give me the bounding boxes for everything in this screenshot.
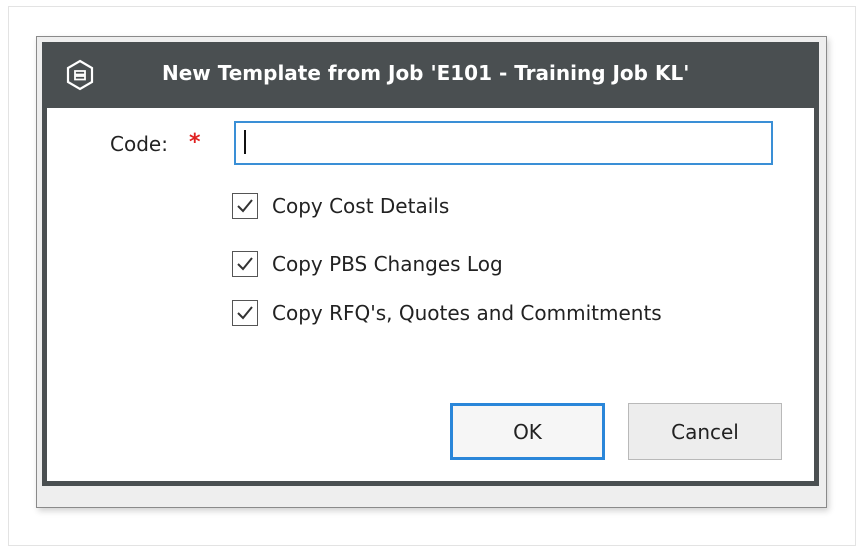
code-input[interactable]	[234, 121, 773, 165]
required-indicator: *	[189, 130, 201, 155]
ok-button[interactable]: OK	[450, 403, 605, 460]
code-label: Code:	[110, 132, 168, 156]
dialog-titlebar[interactable]: New Template from Job 'E101 - Training J…	[42, 42, 819, 108]
copy-rfqs-quotes-commitments-label: Copy RFQ's, Quotes and Commitments	[272, 301, 662, 325]
copy-rfqs-quotes-commitments-checkbox[interactable]	[232, 300, 258, 326]
checkmark-icon	[237, 257, 253, 271]
dialog-title: New Template from Job 'E101 - Training J…	[162, 61, 690, 85]
copy-cost-details-checkbox[interactable]	[232, 193, 258, 219]
cancel-button[interactable]: Cancel	[628, 403, 782, 460]
app-logo-icon	[64, 59, 96, 91]
copy-pbs-changes-log-option[interactable]: Copy PBS Changes Log	[232, 250, 503, 278]
copy-rfqs-quotes-commitments-option[interactable]: Copy RFQ's, Quotes and Commitments	[232, 299, 662, 327]
copy-cost-details-label: Copy Cost Details	[272, 194, 450, 218]
copy-pbs-changes-log-checkbox[interactable]	[232, 251, 258, 277]
checkmark-icon	[237, 306, 253, 320]
copy-cost-details-option[interactable]: Copy Cost Details	[232, 192, 449, 220]
text-caret	[244, 130, 246, 154]
checkmark-icon	[237, 199, 253, 213]
copy-pbs-changes-log-label: Copy PBS Changes Log	[272, 252, 503, 276]
